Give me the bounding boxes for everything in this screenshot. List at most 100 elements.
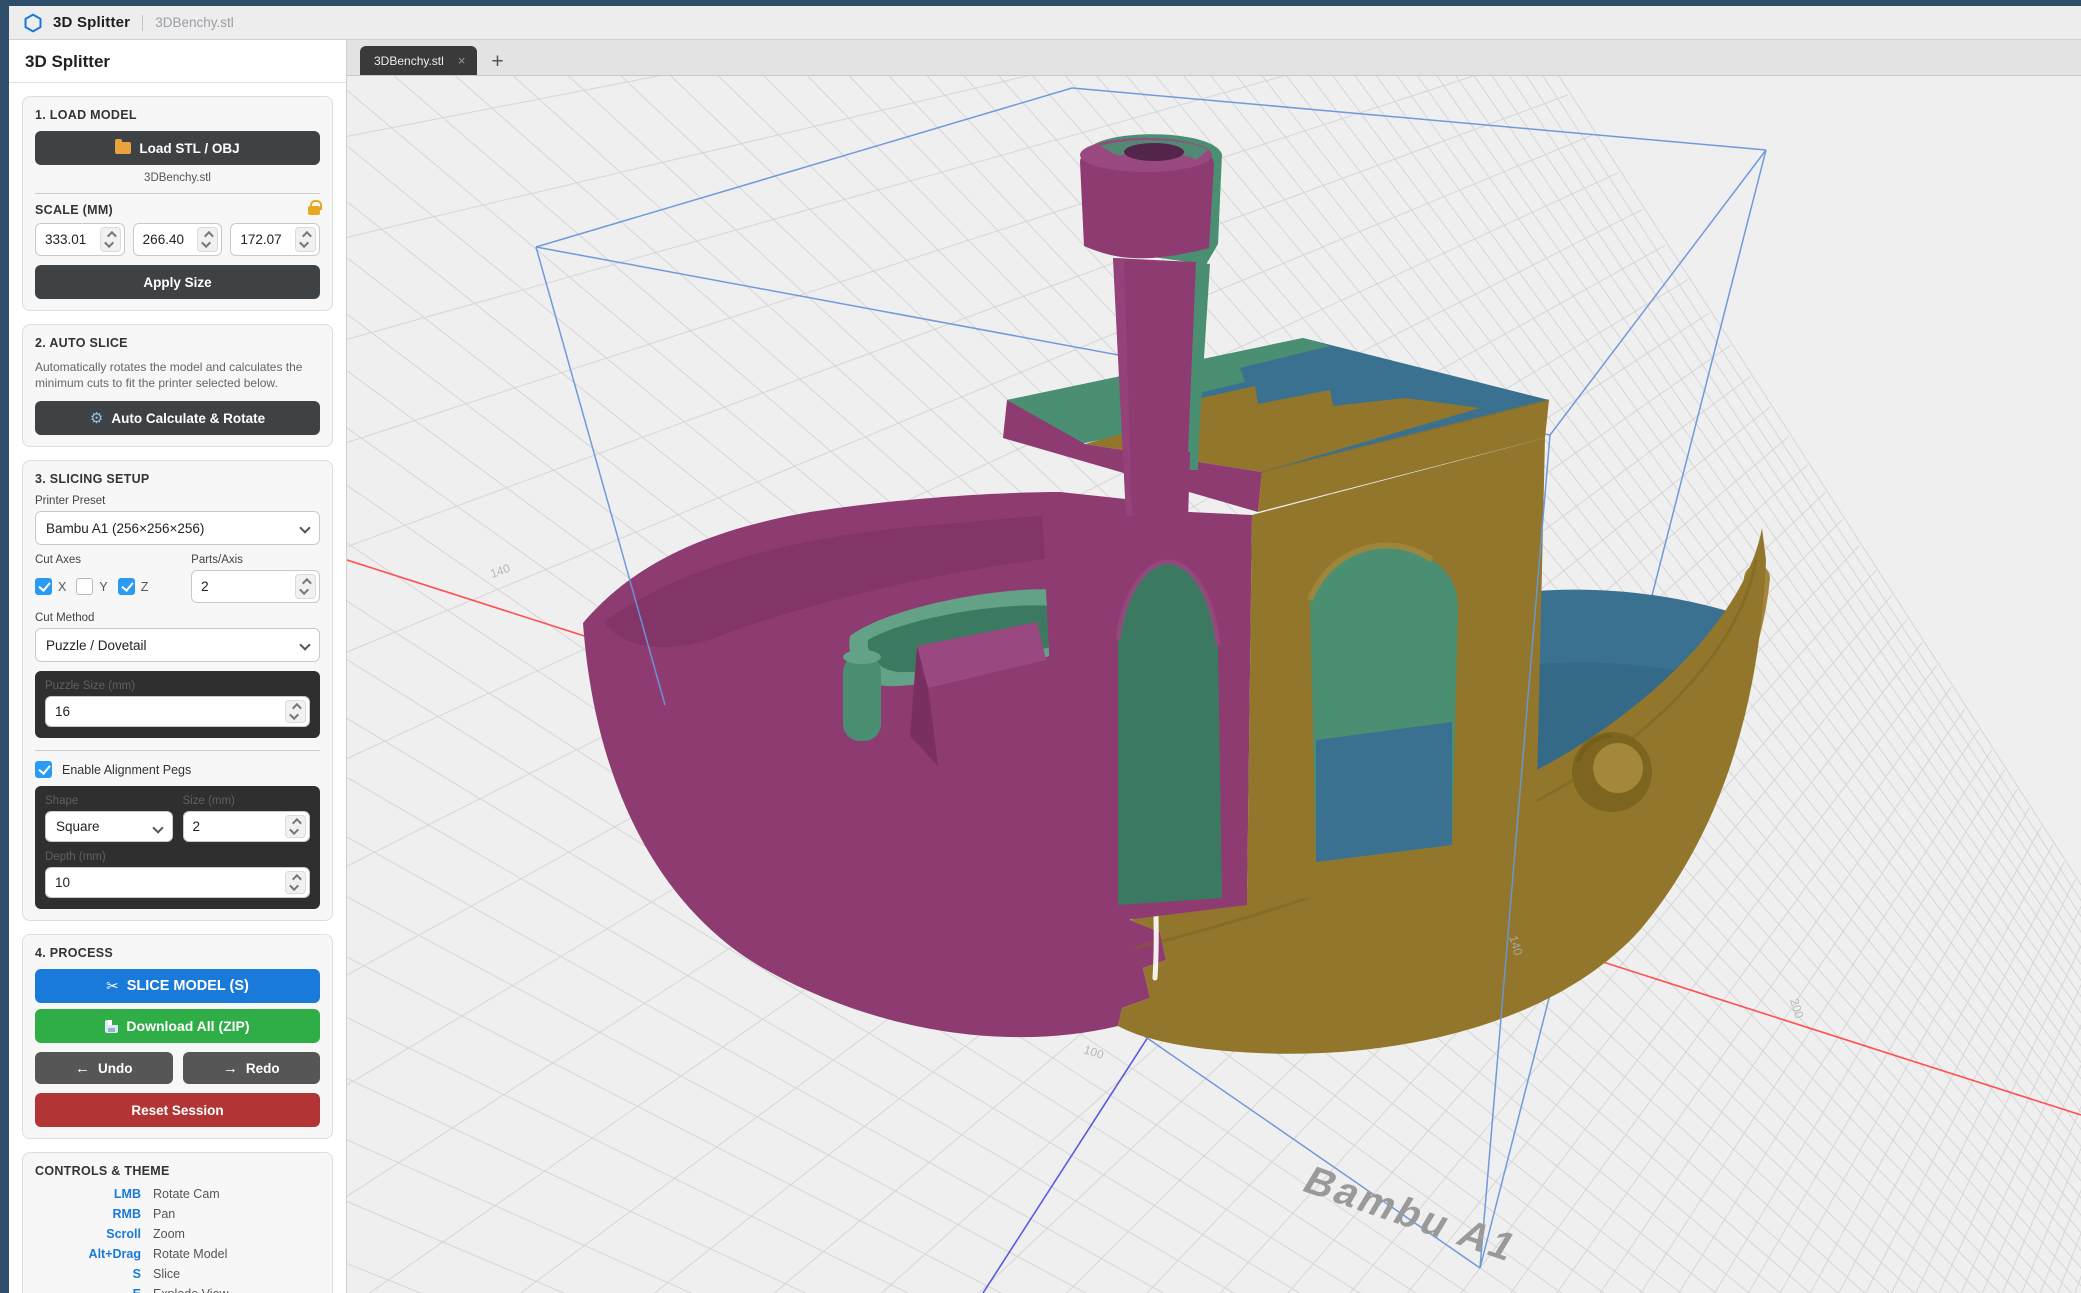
scissors-icon: ✂ — [106, 979, 119, 994]
control-hint-row: RMB Pan — [35, 1207, 320, 1221]
cut-method-value: Puzzle / Dovetail — [46, 638, 147, 653]
control-hint-row: E Explode View — [35, 1287, 320, 1293]
load-stl-label: Load STL / OBJ — [139, 141, 239, 156]
lock-icon[interactable] — [308, 206, 320, 215]
loaded-filename: 3DBenchy.stl — [35, 172, 320, 184]
benchy-model[interactable] — [583, 134, 1766, 1054]
control-action: Pan — [153, 1207, 175, 1221]
scale-z-stepper[interactable] — [295, 227, 316, 252]
chevron-down-icon — [152, 823, 163, 834]
undo-button[interactable]: ← Undo — [35, 1052, 173, 1084]
redo-button[interactable]: → Redo — [183, 1052, 321, 1084]
printer-preset-value: Bambu A1 (256×256×256) — [46, 521, 204, 536]
control-action: Rotate Model — [153, 1247, 227, 1261]
peg-shape-value: Square — [56, 819, 100, 834]
control-action: Rotate Cam — [153, 1187, 220, 1201]
printer-preset-select[interactable]: Bambu A1 (256×256×256) — [35, 511, 320, 545]
folder-icon — [115, 142, 131, 154]
load-stl-button[interactable]: Load STL / OBJ — [35, 131, 320, 165]
auto-calculate-label: Auto Calculate & Rotate — [111, 411, 265, 426]
svg-text:100: 100 — [1082, 1043, 1106, 1063]
apply-size-label: Apply Size — [143, 275, 211, 290]
auto-slice-title: 2. AUTO SLICE — [35, 336, 320, 350]
control-key: S — [35, 1267, 153, 1281]
viewport-canvas[interactable]: Bambu A1100140200140 — [347, 76, 2081, 1293]
tab-strip: 3DBenchy.stl × + — [347, 40, 2081, 76]
control-hint-row: LMB Rotate Cam — [35, 1187, 320, 1201]
auto-slice-description: Automatically rotates the model and calc… — [35, 359, 320, 391]
axis-x-checkbox[interactable] — [35, 578, 52, 595]
control-key: Alt+Drag — [35, 1247, 153, 1261]
peg-size-stepper[interactable] — [285, 815, 306, 838]
window-left-edge — [0, 0, 9, 1293]
slice-model-label: SLICE MODEL (S) — [127, 978, 249, 994]
tab-add-icon[interactable]: + — [491, 51, 503, 72]
tab-label: 3DBenchy.stl — [374, 54, 444, 68]
cut-method-label: Cut Method — [35, 612, 320, 624]
sidebar-title: 3D Splitter — [25, 52, 330, 72]
app-header: 3D Splitter 3DBenchy.stl — [9, 6, 2081, 40]
axis-y-label: Y — [99, 580, 107, 594]
puzzle-size-input[interactable] — [45, 696, 310, 727]
redo-label: Redo — [246, 1061, 280, 1076]
slicing-setup-title: 3. SLICING SETUP — [35, 472, 320, 486]
app-logo-hexagon-icon — [23, 13, 43, 33]
alignment-pegs-label: Enable Alignment Pegs — [62, 763, 191, 777]
control-key: RMB — [35, 1207, 153, 1221]
control-action: Slice — [153, 1267, 180, 1281]
peg-shape-select[interactable]: Square — [45, 811, 173, 842]
puzzle-size-stepper[interactable] — [285, 700, 306, 723]
puzzle-options-panel: Puzzle Size (mm) — [35, 671, 320, 738]
peg-depth-stepper[interactable] — [285, 871, 306, 894]
gear-icon: ⚙ — [90, 411, 103, 426]
reset-session-button[interactable]: Reset Session — [35, 1093, 320, 1127]
scale-y-stepper[interactable] — [197, 227, 218, 252]
undo-arrow-icon: ← — [75, 1061, 90, 1076]
control-key: LMB — [35, 1187, 153, 1201]
puzzle-size-label: Puzzle Size (mm) — [45, 680, 310, 692]
scale-label: SCALE (MM) — [35, 203, 113, 217]
peg-size-label: Size (mm) — [183, 795, 311, 807]
process-title: 4. PROCESS — [35, 946, 320, 960]
redo-arrow-icon: → — [223, 1061, 238, 1076]
axis-x-label: X — [58, 580, 66, 594]
svg-text:140: 140 — [488, 561, 512, 581]
save-disk-icon — [105, 1020, 118, 1033]
panel-process: 4. PROCESS ✂ SLICE MODEL (S) Download Al… — [22, 934, 333, 1139]
download-all-label: Download All (ZIP) — [126, 1018, 249, 1034]
auto-calculate-button[interactable]: ⚙ Auto Calculate & Rotate — [35, 401, 320, 435]
control-key: Scroll — [35, 1227, 153, 1241]
panel-load-model: 1. LOAD MODEL Load STL / OBJ 3DBenchy.st… — [22, 96, 333, 311]
parts-axis-stepper[interactable] — [295, 574, 316, 599]
3d-scene: Bambu A1100140200140 — [347, 76, 2081, 1293]
alignment-pegs-checkbox[interactable] — [35, 761, 52, 778]
axis-z-checkbox[interactable] — [118, 578, 135, 595]
control-action: Explode View — [153, 1287, 229, 1293]
peg-depth-input[interactable] — [45, 867, 310, 898]
slice-model-button[interactable]: ✂ SLICE MODEL (S) — [35, 969, 320, 1003]
control-action: Zoom — [153, 1227, 185, 1241]
pegs-options-panel: Shape Square Size (mm) Dept — [35, 786, 320, 909]
cut-method-select[interactable]: Puzzle / Dovetail — [35, 628, 320, 662]
peg-shape-label: Shape — [45, 795, 173, 807]
download-all-button[interactable]: Download All (ZIP) — [35, 1009, 320, 1043]
panel-auto-slice: 2. AUTO SLICE Automatically rotates the … — [22, 324, 333, 447]
parts-axis-label: Parts/Axis — [191, 554, 320, 566]
scale-x-stepper[interactable] — [100, 227, 121, 252]
app-title: 3D Splitter — [53, 14, 130, 31]
window-top-edge — [0, 0, 2081, 6]
divider — [35, 750, 320, 751]
undo-label: Undo — [98, 1061, 133, 1076]
panel-slicing-setup: 3. SLICING SETUP Printer Preset Bambu A1… — [22, 460, 333, 921]
cut-axes-label: Cut Axes — [35, 554, 183, 566]
tab-close-icon[interactable]: × — [458, 53, 466, 68]
sidebar: 3D Splitter 1. LOAD MODEL Load STL / OBJ… — [9, 40, 347, 1293]
panel-controls-theme: CONTROLS & THEME LMB Rotate Cam RMB Pan … — [22, 1152, 333, 1293]
axis-y-checkbox[interactable] — [76, 578, 93, 595]
apply-size-button[interactable]: Apply Size — [35, 265, 320, 299]
controls-theme-title: CONTROLS & THEME — [35, 1164, 320, 1178]
tab-3dbenchy[interactable]: 3DBenchy.stl × — [360, 46, 477, 75]
svg-text:Bambu A1: Bambu A1 — [1295, 1158, 1527, 1270]
sidebar-header: 3D Splitter — [9, 40, 346, 83]
peg-depth-label: Depth (mm) — [45, 851, 310, 863]
